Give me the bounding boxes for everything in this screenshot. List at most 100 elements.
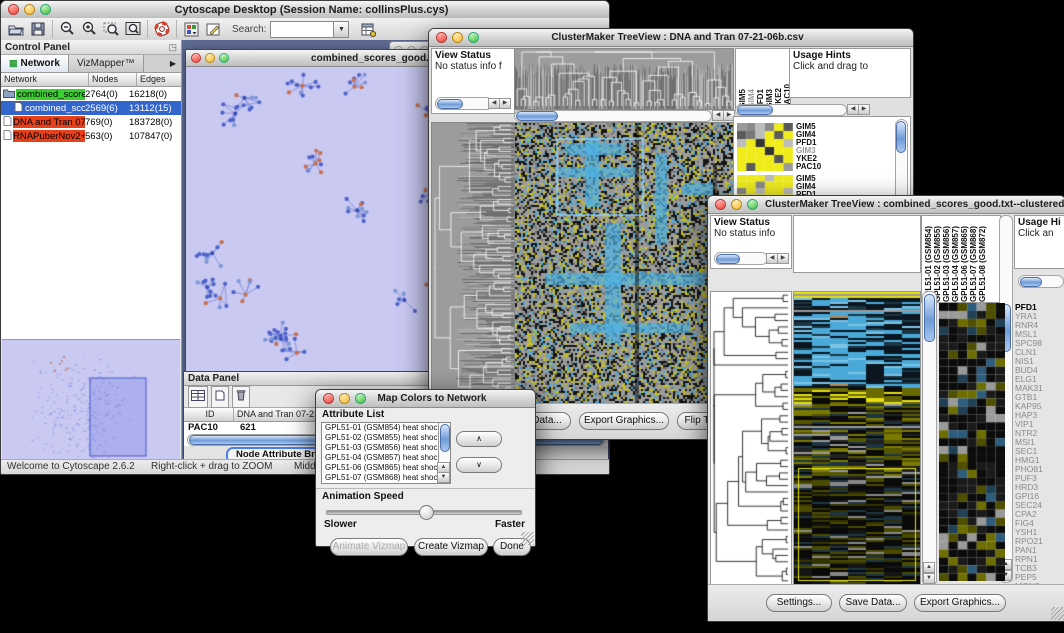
heatmap-hscrollbar[interactable] xyxy=(514,110,712,122)
minimize-button[interactable] xyxy=(452,32,463,43)
zoom-pane-hscrollbar[interactable] xyxy=(735,104,847,116)
zoom-heatmap-canvas[interactable] xyxy=(737,123,793,171)
close-button[interactable] xyxy=(8,4,19,15)
tab-network[interactable]: ▦ Network xyxy=(1,55,69,72)
network-overview-canvas[interactable] xyxy=(2,340,180,460)
attribute-list[interactable]: GPL51-01 (GSM854) heat shock 05 minGPL51… xyxy=(321,422,451,484)
attribute-item[interactable]: GPL51-01 (GSM854) heat shock 05 min xyxy=(323,423,438,433)
minimize-button[interactable] xyxy=(24,4,35,15)
open-folder-icon[interactable] xyxy=(5,20,27,39)
row-label[interactable]: PAC10 xyxy=(796,163,832,171)
tab-overflow-arrow[interactable]: ▶ xyxy=(165,55,181,72)
column-label[interactable]: GPL51-04 (GSM857) xyxy=(951,226,960,302)
status-welcome: Welcome to Cytoscape 2.6.2 xyxy=(7,461,135,472)
zoom-button[interactable] xyxy=(468,32,479,43)
attribute-item[interactable]: GPL51-03 (GSM856) heat shock 15 min xyxy=(323,443,438,453)
save-data-button[interactable]: Save Data... xyxy=(839,594,907,612)
attribute-item[interactable]: GPL51-07 (GSM868) heat shock 60 min xyxy=(323,473,438,483)
close-button[interactable] xyxy=(191,53,201,63)
animate-vizmap-button[interactable]: Animate Vizmap xyxy=(330,538,408,556)
data-table-icon[interactable] xyxy=(357,20,379,39)
zoom-button[interactable] xyxy=(40,4,51,15)
column-label[interactable]: GPL51-06 (GSM865) xyxy=(960,226,969,302)
row-dendrogram-canvas[interactable] xyxy=(710,291,792,585)
move-down-button[interactable]: ∨ xyxy=(456,457,502,473)
column-label[interactable]: GPL51-02 (GSM855) xyxy=(933,226,942,302)
animation-speed-slider[interactable] xyxy=(326,510,522,515)
annotation-icon[interactable] xyxy=(202,20,224,39)
search-dropdown-button[interactable]: ▼ xyxy=(334,21,349,38)
help-lifesaver-icon[interactable] xyxy=(151,20,173,39)
column-dendrogram-canvas[interactable] xyxy=(514,48,734,110)
minimize-button[interactable] xyxy=(339,393,350,404)
move-up-button[interactable]: ∧ xyxy=(456,431,502,447)
close-button[interactable] xyxy=(323,393,334,404)
column-label[interactable]: GPL51-03 (GSM856) xyxy=(942,226,951,302)
row-dendrogram-canvas[interactable] xyxy=(431,122,515,404)
network-row-dna-tran[interactable]: DNA and Tran 07 769(0) 183728(0) xyxy=(1,115,181,129)
search-input[interactable] xyxy=(270,21,334,38)
scroll-right-button[interactable]: ▶ xyxy=(858,104,870,115)
attribute-item[interactable]: GPL51-02 (GSM855) heat shock 10 min xyxy=(323,433,438,443)
vizmapper-icon[interactable] xyxy=(180,20,202,39)
slider-thumb[interactable] xyxy=(419,505,434,520)
save-icon[interactable] xyxy=(27,20,49,39)
heatmap-canvas[interactable] xyxy=(514,122,734,404)
zoom-button[interactable] xyxy=(747,199,758,210)
settings-button[interactable]: Settings... xyxy=(766,594,832,612)
zoom-in-icon[interactable] xyxy=(78,20,100,39)
scroll-right-button[interactable]: ▶ xyxy=(499,98,511,109)
float-panel-icon[interactable]: ◳ xyxy=(168,42,181,53)
resize-grip[interactable] xyxy=(1051,607,1064,620)
network-row-rnapubernov2[interactable]: RNAPuberNov2+ 563(0) 107847(0) xyxy=(1,129,181,143)
network-row-combined-scores[interactable]: combined_scores 2764(0) 16218(0) xyxy=(1,87,181,101)
resize-grip[interactable] xyxy=(521,532,534,545)
scroll-up-button[interactable]: ▲ xyxy=(923,562,935,573)
trash-icon[interactable] xyxy=(232,386,250,408)
heatmap-canvas[interactable] xyxy=(793,291,921,585)
main-title-bar[interactable]: Cytoscape Desktop (Session Name: collins… xyxy=(1,1,609,19)
dialog-title-bar[interactable]: Map Colors to Network xyxy=(316,390,535,408)
column-label[interactable]: GPL51-07 (GSM868) xyxy=(969,226,978,302)
view-status-scrollbar[interactable] xyxy=(714,252,768,265)
column-label[interactable]: GPL51-08 (GSM872) xyxy=(978,226,987,302)
network-row-combined-scores-selected[interactable]: combined_sco 2569(6) 13112(15) xyxy=(1,101,181,115)
zoom-button[interactable] xyxy=(355,393,366,404)
scroll-down-button[interactable]: ▼ xyxy=(437,472,450,483)
desktop: Cytoscape Desktop (Session Name: collins… xyxy=(0,0,1064,633)
zoom-out-icon[interactable] xyxy=(56,20,78,39)
export-graphics-button[interactable]: Export Graphics... xyxy=(579,412,669,430)
column-header-network[interactable]: Network xyxy=(1,73,89,87)
column-header-edges[interactable]: Edges xyxy=(137,73,181,87)
usage-hints-scrollbar[interactable] xyxy=(1018,275,1064,288)
treeview-combined-title-bar[interactable]: ClusterMaker TreeView : combined_scores_… xyxy=(708,196,1064,214)
separator xyxy=(316,488,535,489)
tab-vizmapper[interactable]: VizMapper™ xyxy=(69,55,144,72)
close-button[interactable] xyxy=(436,32,447,43)
zoom-selected-icon[interactable] xyxy=(100,20,122,39)
attribute-item[interactable]: GPL51-06 (GSM865) heat shock 40 min xyxy=(323,463,438,473)
minimize-button[interactable] xyxy=(205,53,215,63)
attribute-item[interactable]: GPL51-04 (GSM857) heat shock 20 min xyxy=(323,453,438,463)
table-grid-icon[interactable] xyxy=(188,386,208,408)
heatmap-vscrollbar[interactable] xyxy=(922,291,937,586)
view-status-scrollbar[interactable] xyxy=(435,97,493,110)
minimize-button[interactable] xyxy=(731,199,742,210)
view-status-text: No status info xyxy=(711,228,791,239)
export-graphics-button[interactable]: Export Graphics... xyxy=(914,594,1006,612)
zoom-button[interactable] xyxy=(219,53,229,63)
treeview-combined-content: View Status No status info ◀ ▶ GPL51-01 … xyxy=(708,213,1064,621)
scroll-down-button[interactable]: ▼ xyxy=(923,573,935,584)
network-overview-panel[interactable] xyxy=(2,339,180,460)
scroll-right-button[interactable]: ▶ xyxy=(777,253,789,264)
close-button[interactable] xyxy=(715,199,726,210)
treeview-dna-title-bar[interactable]: ClusterMaker TreeView : DNA and Tran 07-… xyxy=(429,29,913,47)
column-header-nodes[interactable]: Nodes xyxy=(89,73,137,87)
column-header-id[interactable]: ID xyxy=(184,408,234,422)
create-vizmap-button[interactable]: Create Vizmap xyxy=(414,538,488,556)
zoom-heatmap-canvas[interactable] xyxy=(939,303,1005,581)
status-zoom-hint: Right-click + drag to ZOOM xyxy=(151,461,272,472)
column-dendrogram-area[interactable] xyxy=(793,215,921,273)
zoom-fit-icon[interactable] xyxy=(122,20,144,39)
new-page-icon[interactable] xyxy=(211,386,229,408)
